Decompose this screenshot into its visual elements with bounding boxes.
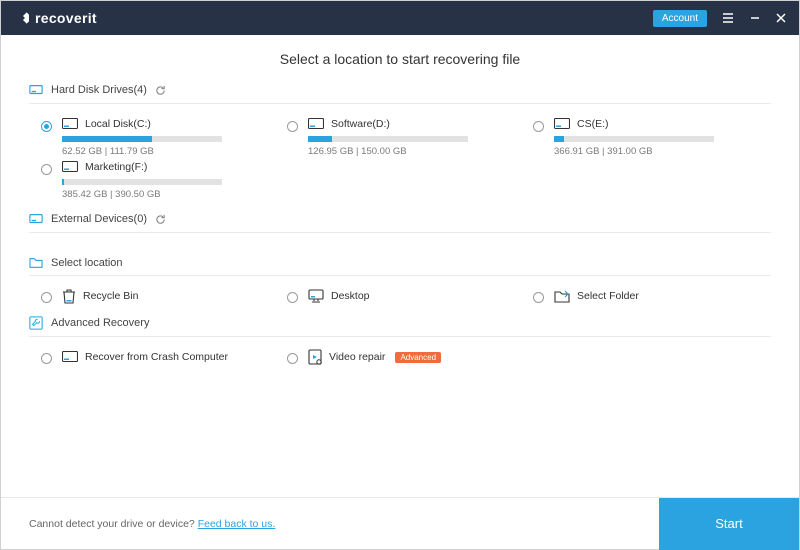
drive-name: CS(E:)	[577, 118, 609, 130]
disk-icon	[554, 118, 570, 130]
location-select-folder[interactable]: Select Folder	[533, 288, 759, 304]
page-title: Select a location to start recovering fi…	[29, 51, 771, 67]
advanced-crash-computer[interactable]: Recover from Crash Computer	[41, 349, 267, 365]
feedback-link[interactable]: Feed back to us.	[198, 518, 276, 530]
logo-text: recoverit	[35, 10, 97, 26]
desktop-icon	[308, 289, 324, 303]
radio-crash-computer[interactable]	[41, 353, 52, 364]
drive-item-local-c[interactable]: Local Disk(C:) 62.52 GB | 111.79 GB	[41, 118, 267, 157]
external-icon	[29, 212, 43, 226]
location-desktop[interactable]: Desktop	[287, 288, 513, 304]
usage-bar	[308, 136, 332, 142]
usage-bar	[554, 136, 564, 142]
radio-marketing-f[interactable]	[41, 164, 52, 175]
drive-size: 385.42 GB | 390.50 GB	[62, 189, 267, 200]
disk-icon	[308, 118, 324, 130]
drive-name: Software(D:)	[331, 118, 390, 130]
recycle-bin-icon	[62, 288, 76, 304]
drive-size: 366.91 GB | 391.00 GB	[554, 146, 759, 157]
account-button[interactable]: Account	[653, 10, 707, 27]
radio-cs-e[interactable]	[533, 121, 544, 132]
logo-icon	[13, 10, 29, 26]
section-label-drives: Hard Disk Drives(4)	[51, 84, 147, 96]
section-label-external: External Devices(0)	[51, 213, 147, 225]
drive-item-marketing-f[interactable]: Marketing(F:) 385.42 GB | 390.50 GB	[41, 161, 267, 200]
radio-software-d[interactable]	[287, 121, 298, 132]
close-icon[interactable]	[775, 12, 787, 24]
main-area: Select a location to start recovering fi…	[1, 35, 799, 497]
section-head-external: External Devices(0)	[29, 212, 771, 233]
disk-icon	[62, 161, 78, 173]
titlebar: recoverit Account	[1, 1, 799, 35]
radio-local-c[interactable]	[41, 121, 52, 132]
radio-recycle-bin[interactable]	[41, 292, 52, 303]
minimize-icon[interactable]	[749, 12, 761, 24]
drive-icon	[29, 83, 43, 97]
radio-video-repair[interactable]	[287, 353, 298, 364]
drive-name: Local Disk(C:)	[85, 118, 151, 130]
location-label: Desktop	[331, 290, 370, 302]
start-button[interactable]: Start	[659, 498, 799, 550]
advanced-video-repair[interactable]: Video repair Advanced	[287, 349, 513, 365]
drive-item-cs-e[interactable]: CS(E:) 366.91 GB | 391.00 GB	[533, 118, 759, 157]
advanced-label: Video repair	[329, 351, 385, 363]
refresh-icon[interactable]	[155, 85, 166, 96]
radio-select-folder[interactable]	[533, 292, 544, 303]
video-repair-icon	[308, 349, 322, 365]
app-logo: recoverit	[13, 10, 97, 26]
drive-item-software-d[interactable]: Software(D:) 126.95 GB | 150.00 GB	[287, 118, 513, 157]
location-label: Select Folder	[577, 290, 639, 302]
location-label: Recycle Bin	[83, 290, 138, 302]
radio-desktop[interactable]	[287, 292, 298, 303]
section-head-location: Select location	[29, 257, 771, 276]
footer: Cannot detect your drive or device? Feed…	[1, 497, 799, 549]
select-folder-icon	[554, 290, 570, 303]
drive-size: 126.95 GB | 150.00 GB	[308, 146, 513, 157]
section-head-drives: Hard Disk Drives(4)	[29, 83, 771, 104]
menu-icon[interactable]	[721, 11, 735, 25]
advanced-badge: Advanced	[395, 352, 441, 363]
usage-bar	[62, 136, 152, 142]
section-label-location: Select location	[51, 257, 123, 269]
section-label-advanced: Advanced Recovery	[51, 317, 149, 329]
drive-name: Marketing(F:)	[85, 161, 147, 173]
disk-icon	[62, 351, 78, 363]
advanced-label: Recover from Crash Computer	[85, 351, 228, 363]
wrench-icon	[29, 316, 43, 330]
drive-size: 62.52 GB | 111.79 GB	[62, 146, 267, 157]
section-head-advanced: Advanced Recovery	[29, 316, 771, 337]
disk-icon	[62, 118, 78, 130]
location-recycle-bin[interactable]: Recycle Bin	[41, 288, 267, 304]
refresh-icon[interactable]	[155, 214, 166, 225]
footer-text: Cannot detect your drive or device? Feed…	[29, 518, 275, 530]
folder-icon	[29, 257, 43, 269]
usage-bar	[62, 179, 64, 185]
